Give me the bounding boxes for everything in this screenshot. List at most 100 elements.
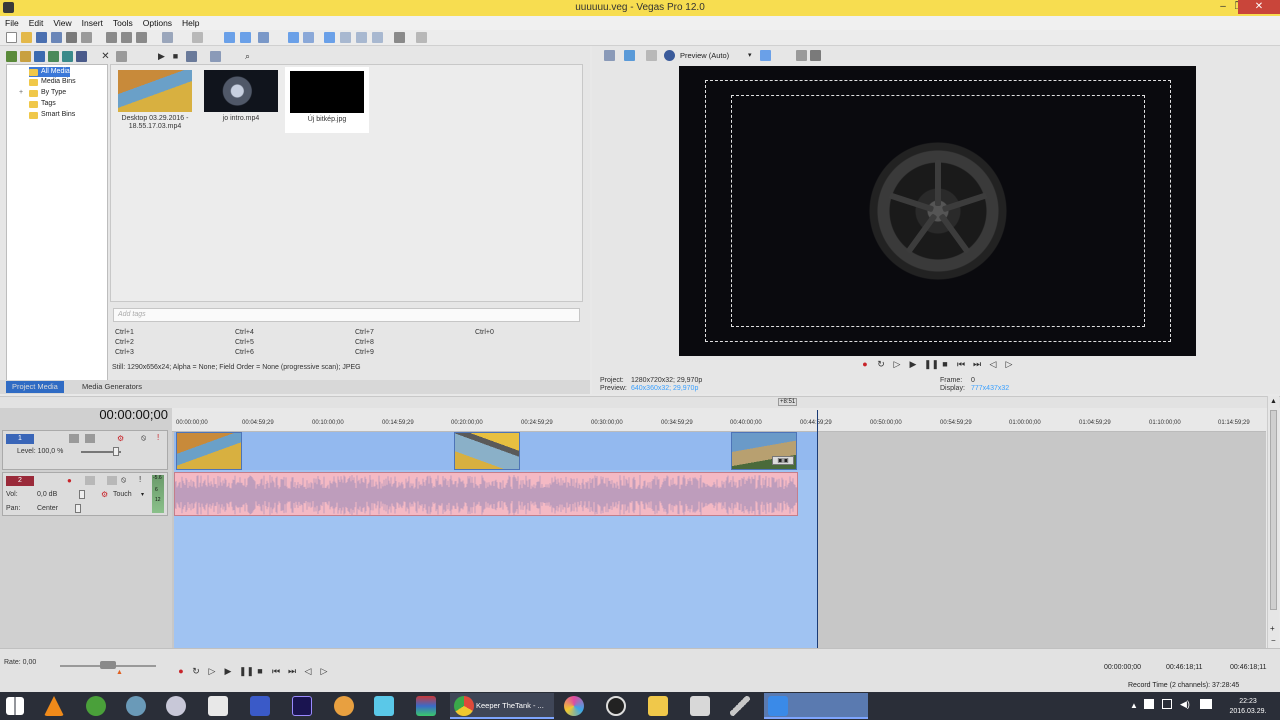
play-from-start-icon[interactable]: ▷ — [892, 359, 902, 369]
time-ruler[interactable]: 00:00:00;00 00:04:59;29 00:10:00;00 00:1… — [172, 412, 1266, 432]
auto-preview-icon[interactable] — [186, 51, 197, 62]
invert-phase-icon[interactable] — [85, 476, 95, 485]
keyboard-icon[interactable] — [1200, 699, 1212, 709]
menu-file[interactable]: File — [0, 16, 24, 30]
menu-help[interactable]: Help — [177, 16, 204, 30]
video-clip-event[interactable] — [176, 432, 242, 470]
solo-icon[interactable]: ! — [157, 433, 159, 442]
start-icon[interactable] — [6, 697, 24, 715]
get-media-web-icon[interactable] — [34, 51, 45, 62]
selection-end[interactable]: 00:46:18;11 — [1156, 664, 1202, 671]
import-media-icon[interactable] — [6, 51, 17, 62]
go-to-start-icon[interactable]: ⏮ — [271, 666, 281, 676]
tab-media-generators[interactable]: Media Generators — [76, 381, 148, 393]
action-center-icon[interactable] — [1144, 699, 1154, 709]
envelope-tool-icon[interactable] — [240, 32, 251, 43]
split-screen-icon[interactable] — [646, 50, 657, 61]
solo-icon[interactable]: ! — [139, 475, 141, 484]
undo-icon[interactable] — [162, 32, 173, 43]
scroll-thumb[interactable] — [1270, 410, 1277, 610]
go-to-end-icon[interactable]: ⏭ — [972, 359, 982, 369]
video-clip-event[interactable] — [454, 432, 520, 470]
media-properties-icon[interactable] — [76, 51, 87, 62]
new-project-icon[interactable] — [6, 32, 17, 43]
snapping-icon[interactable] — [324, 32, 335, 43]
stop-icon[interactable]: ■ — [255, 666, 265, 676]
edit-cursor[interactable] — [817, 410, 818, 648]
track-motion-icon[interactable] — [394, 32, 405, 43]
app-icon[interactable] — [208, 696, 228, 716]
record-icon[interactable]: ● — [176, 666, 186, 676]
track-fx-icon[interactable] — [107, 476, 117, 485]
media-item[interactable]: jo intro.mp4 — [199, 65, 283, 122]
normal-edit-tool-icon[interactable] — [224, 32, 235, 43]
paste-icon[interactable] — [136, 32, 147, 43]
chevron-down-icon[interactable]: ▾ — [141, 491, 144, 498]
menu-tools[interactable]: Tools — [108, 16, 138, 30]
taskbar-chrome[interactable]: Keeper TheTank - ... — [450, 693, 554, 719]
next-frame-icon[interactable]: ▷ — [319, 666, 329, 676]
menu-edit[interactable]: Edit — [24, 16, 49, 30]
media-item-selected[interactable]: Új bitkép.jpg — [285, 67, 369, 133]
vol-slider-thumb[interactable] — [79, 490, 85, 499]
timeline-vertical-scrollbar[interactable]: ▲ + − — [1267, 396, 1279, 652]
preview-screen[interactable] — [679, 66, 1196, 356]
play-icon[interactable]: ▶ — [908, 359, 918, 369]
selection-tool-icon[interactable] — [258, 32, 269, 43]
preview-properties-icon[interactable] — [604, 50, 615, 61]
loop-icon[interactable]: ↻ — [876, 359, 886, 369]
app-icon[interactable] — [126, 696, 146, 716]
save-as-icon[interactable] — [51, 32, 62, 43]
after-effects-icon[interactable] — [292, 696, 312, 716]
loop-icon[interactable]: ↻ — [191, 666, 201, 676]
add-tags-field[interactable]: Add tags — [113, 308, 580, 322]
utorrent-icon[interactable] — [86, 696, 106, 716]
cut-icon[interactable] — [106, 32, 117, 43]
capture-icon[interactable] — [20, 51, 31, 62]
auto-crossfade-icon[interactable] — [340, 32, 351, 43]
audio-track-header[interactable]: 2 ● ⦸ ! Vol: 0,0 dB ⚙ Touch ▾ Pan: Cente… — [2, 472, 168, 516]
open-icon[interactable] — [21, 32, 32, 43]
go-to-start-icon[interactable]: ⏮ — [956, 359, 966, 369]
tab-project-media[interactable]: Project Media — [6, 381, 64, 393]
extract-audio-icon[interactable] — [48, 51, 59, 62]
search-icon[interactable]: ⌕ — [242, 51, 253, 62]
overlays-icon[interactable] — [760, 50, 771, 61]
level-slider-thumb[interactable] — [113, 447, 119, 456]
remove-unused-icon[interactable] — [62, 51, 73, 62]
taskbar-clock[interactable]: 22:23 2016.03.29. — [1220, 697, 1276, 717]
media-fx-icon[interactable] — [116, 51, 127, 62]
menu-options[interactable]: Options — [138, 16, 177, 30]
properties-icon[interactable] — [81, 32, 92, 43]
timecode-display[interactable]: 00:00:00;00 — [56, 406, 168, 424]
tree-item-media-bins[interactable]: Media Bins — [29, 77, 76, 87]
go-to-end-icon[interactable]: ⏭ — [287, 666, 297, 676]
parent-motion-icon[interactable] — [85, 434, 95, 443]
show-hidden-icons[interactable]: ▲ — [1130, 701, 1138, 710]
tree-item-all-media[interactable]: All Media — [29, 67, 70, 77]
external-monitor-icon[interactable] — [624, 50, 635, 61]
app-icon[interactable] — [416, 696, 436, 716]
next-frame-icon[interactable]: ▷ — [1004, 359, 1014, 369]
volume-icon[interactable]: ◀) — [1180, 699, 1190, 710]
tree-item-by-type[interactable]: By Type — [29, 88, 66, 98]
mute-icon[interactable]: ⦸ — [121, 475, 126, 485]
play-media-icon[interactable]: ▶ — [156, 51, 167, 62]
automation-mode[interactable]: Touch — [113, 491, 132, 498]
media-item[interactable]: Desktop 03.29.2016 - 18.55.17.03.mp4 — [113, 65, 197, 131]
save-snapshot-icon[interactable] — [810, 50, 821, 61]
event-fx-icon[interactable]: ▣▣ — [772, 456, 794, 465]
mute-icon[interactable]: ⦸ — [141, 433, 146, 443]
folder-icon[interactable] — [648, 696, 668, 716]
app-icon[interactable] — [166, 696, 186, 716]
zoom-minus-icon[interactable]: − — [1271, 636, 1276, 645]
close-button[interactable]: ✕ — [1238, 0, 1280, 14]
prev-frame-icon[interactable]: ◁ — [303, 666, 313, 676]
copy-icon[interactable] — [121, 32, 132, 43]
automation-icon[interactable]: ⚙ — [101, 490, 108, 499]
selection-start[interactable]: 00:00:00;00 — [1094, 664, 1141, 671]
composite-mode-icon[interactable] — [69, 434, 79, 443]
scroll-up-icon[interactable]: ▲ — [1270, 398, 1277, 405]
preview-quality-icon[interactable] — [664, 50, 675, 61]
taskbar-vegas[interactable] — [764, 693, 868, 719]
